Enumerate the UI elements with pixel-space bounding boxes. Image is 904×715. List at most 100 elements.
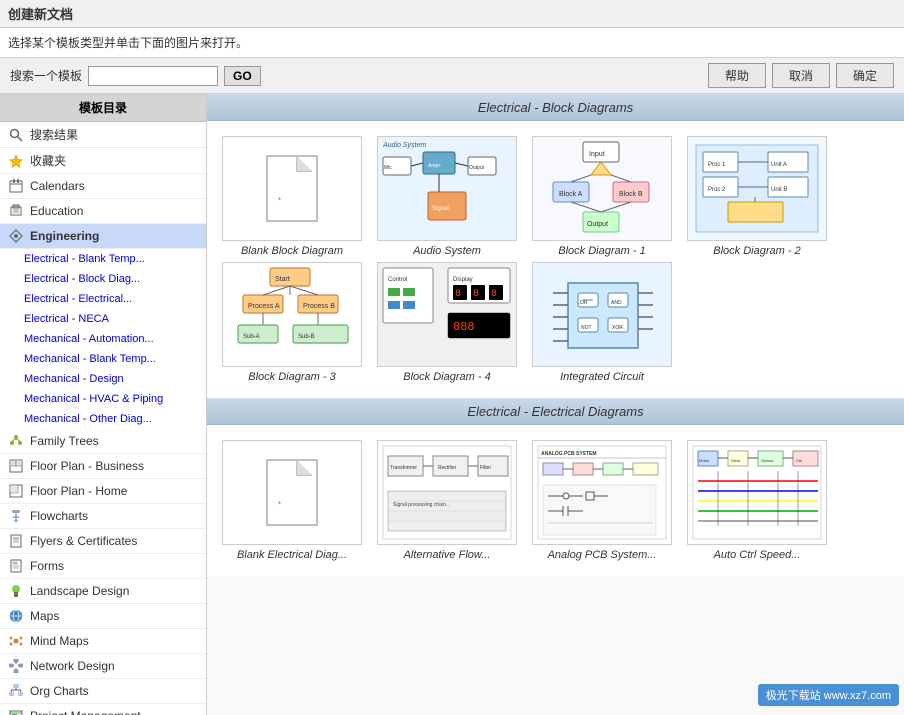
template-thumb-integrated: OR AND NOT XOR <box>532 262 672 367</box>
sidebar-label-family: Family Trees <box>30 434 99 448</box>
svg-text:Input: Input <box>589 151 605 158</box>
sidebar-item-calendars[interactable]: Calendars <box>0 174 206 199</box>
sidebar-item-favorites[interactable]: 收藏夹 <box>0 148 206 174</box>
template-item-audio[interactable]: Mic Amp+ Output Signal Audio System Audi… <box>377 136 517 257</box>
template-thumb-block4: Control Display 8 8 8 <box>377 262 517 367</box>
sidebar-subitem-mech-blank[interactable]: Mechanical - Blank Temp... <box>0 349 206 369</box>
sidebar-item-floor-business[interactable]: Floor Plan - Business <box>0 454 206 479</box>
template-item-block2[interactable]: Proc 1 Proc 2 Unit A Unit B Block Diagra… <box>687 136 827 257</box>
search-icon <box>8 127 24 143</box>
project-icon <box>8 708 24 715</box>
svg-text:NOT: NOT <box>581 325 592 331</box>
template-thumb-analogpcb: ANALOG PCB SYSTEM <box>532 440 672 545</box>
template-item-autoctrl[interactable]: Motor Drive Sensor Ctrl <box>687 440 827 561</box>
sidebar-subitem-elec-block[interactable]: Electrical - Block Diag... <box>0 269 206 289</box>
template-name-block1: Block Diagram - 1 <box>558 245 645 257</box>
org-icon <box>8 683 24 699</box>
sidebar-item-network[interactable]: Network Design <box>0 654 206 679</box>
sidebar-item-project[interactable]: Project Management <box>0 704 206 715</box>
svg-text:Drive: Drive <box>731 458 741 463</box>
sidebar-item-engineering[interactable]: Engineering <box>0 224 206 249</box>
sidebar-item-flowcharts[interactable]: Flowcharts <box>0 504 206 529</box>
sidebar-item-forms[interactable]: Forms <box>0 554 206 579</box>
sidebar-label-maps: Maps <box>30 609 59 623</box>
template-item-blank-elec[interactable]: ✦ Blank Electrical Diag... <box>222 440 362 561</box>
sidebar-sublabel-mech-blank: Mechanical - Blank Temp... <box>24 353 156 365</box>
toolbar-left: 搜索一个模板 GO <box>10 66 261 86</box>
svg-text:AND: AND <box>611 300 622 306</box>
svg-text:Signal: Signal <box>432 206 449 212</box>
template-item-integrated[interactable]: OR AND NOT XOR Integrated Circuit <box>532 262 672 383</box>
svg-text:Amp+: Amp+ <box>428 163 441 169</box>
template-name-block2: Block Diagram - 2 <box>713 245 800 257</box>
template-thumb-audio: Mic Amp+ Output Signal Audio System <box>377 136 517 241</box>
main-layout: 模板目录 搜索结果 收藏夹 Calendars E <box>0 94 904 715</box>
svg-text:Unit A: Unit A <box>771 162 787 168</box>
template-item-block4[interactable]: Control Display 8 8 8 <box>377 262 517 383</box>
confirm-button[interactable]: 确定 <box>836 63 894 88</box>
sidebar-item-maps[interactable]: Maps <box>0 604 206 629</box>
svg-text:8: 8 <box>491 289 497 300</box>
template-item-block3[interactable]: Start Process A Process B Sub-A Sub-B <box>222 262 362 383</box>
template-thumb-blank-block: ✦ <box>222 136 362 241</box>
sidebar-label-calendars: Calendars <box>30 179 85 193</box>
cancel-button[interactable]: 取消 <box>772 63 830 88</box>
sidebar-subitem-mech-design[interactable]: Mechanical - Design <box>0 369 206 389</box>
template-thumb-block2: Proc 1 Proc 2 Unit A Unit B <box>687 136 827 241</box>
sidebar-item-floor-home[interactable]: Floor Plan - Home <box>0 479 206 504</box>
section-header-block: Electrical - Block Diagrams <box>207 94 904 121</box>
section-header-electrical: Electrical - Electrical Diagrams <box>207 398 904 425</box>
sidebar-label-flowcharts: Flowcharts <box>30 509 88 523</box>
template-item-analogpcb[interactable]: ANALOG PCB SYSTEM <box>532 440 672 561</box>
sidebar-item-landscape[interactable]: Landscape Design <box>0 579 206 604</box>
svg-text:8: 8 <box>473 289 479 300</box>
sidebar-sublabel-elec-block: Electrical - Block Diag... <box>24 273 140 285</box>
sidebar-item-mindmaps[interactable]: Mind Maps <box>0 629 206 654</box>
flowchart-icon <box>8 508 24 524</box>
template-item-block1[interactable]: Input Block A Block B Output Blo <box>532 136 672 257</box>
svg-text:✦: ✦ <box>277 196 282 203</box>
sidebar-item-family[interactable]: Family Trees <box>0 429 206 454</box>
help-button[interactable]: 帮助 <box>708 63 766 88</box>
forms-icon <box>8 558 24 574</box>
engineering-icon <box>8 228 24 244</box>
sidebar-subitem-mech-auto[interactable]: Mechanical - Automation... <box>0 329 206 349</box>
sidebar-item-education[interactable]: Education <box>0 199 206 224</box>
sidebar-item-search[interactable]: 搜索结果 <box>0 122 206 148</box>
toolbar: 搜索一个模板 GO 帮助 取消 确定 <box>0 58 904 94</box>
svg-text:Proc 2: Proc 2 <box>708 187 726 193</box>
toolbar-right: 帮助 取消 确定 <box>708 63 894 88</box>
svg-text:Motor: Motor <box>699 458 710 463</box>
sidebar-sublabel-mech-auto: Mechanical - Automation... <box>24 333 154 345</box>
sidebar-label-mindmaps: Mind Maps <box>30 634 89 648</box>
sidebar-item-flyers[interactable]: Flyers & Certificates <box>0 529 206 554</box>
floorplan-business-icon <box>8 458 24 474</box>
template-name-autoctrl: Auto Ctrl Speed... <box>714 549 801 561</box>
flyers-icon <box>8 533 24 549</box>
sidebar-subitem-elec-blank[interactable]: Electrical - Blank Temp... <box>0 249 206 269</box>
go-button[interactable]: GO <box>224 66 261 86</box>
mindmaps-icon <box>8 633 24 649</box>
calendar-icon <box>8 178 24 194</box>
template-item-altflow[interactable]: Transformer Rectifier Filter Signal proc… <box>377 440 517 561</box>
sidebar-subitem-elec-neca[interactable]: Electrical - NECA <box>0 309 206 329</box>
maps-icon <box>8 608 24 624</box>
sidebar-sublabel-elec-blank: Electrical - Blank Temp... <box>24 253 145 265</box>
sidebar-item-org[interactable]: Org Charts <box>0 679 206 704</box>
sidebar-subitem-mech-other[interactable]: Mechanical - Other Diag... <box>0 409 206 429</box>
svg-text:Control: Control <box>388 277 407 283</box>
template-name-block4: Block Diagram - 4 <box>403 371 490 383</box>
sidebar-subitem-elec-electrical[interactable]: Electrical - Electrical... <box>0 289 206 309</box>
template-grid-block: ✦ Blank Block Diagram Mic Amp+ Output <box>207 121 904 272</box>
svg-text:Ctrl: Ctrl <box>796 458 802 463</box>
svg-text:Start: Start <box>275 276 290 283</box>
search-input[interactable] <box>88 66 218 86</box>
template-item-blank-block[interactable]: ✦ Blank Block Diagram <box>222 136 362 257</box>
sidebar-sublabel-mech-other: Mechanical - Other Diag... <box>24 413 152 425</box>
floorplan-home-icon <box>8 483 24 499</box>
template-thumb-altflow: Transformer Rectifier Filter Signal proc… <box>377 440 517 545</box>
sidebar-label-landscape: Landscape Design <box>30 584 129 598</box>
svg-text:Process A: Process A <box>248 303 280 310</box>
template-thumb-autoctrl: Motor Drive Sensor Ctrl <box>687 440 827 545</box>
sidebar-subitem-mech-hvac[interactable]: Mechanical - HVAC & Piping <box>0 389 206 409</box>
